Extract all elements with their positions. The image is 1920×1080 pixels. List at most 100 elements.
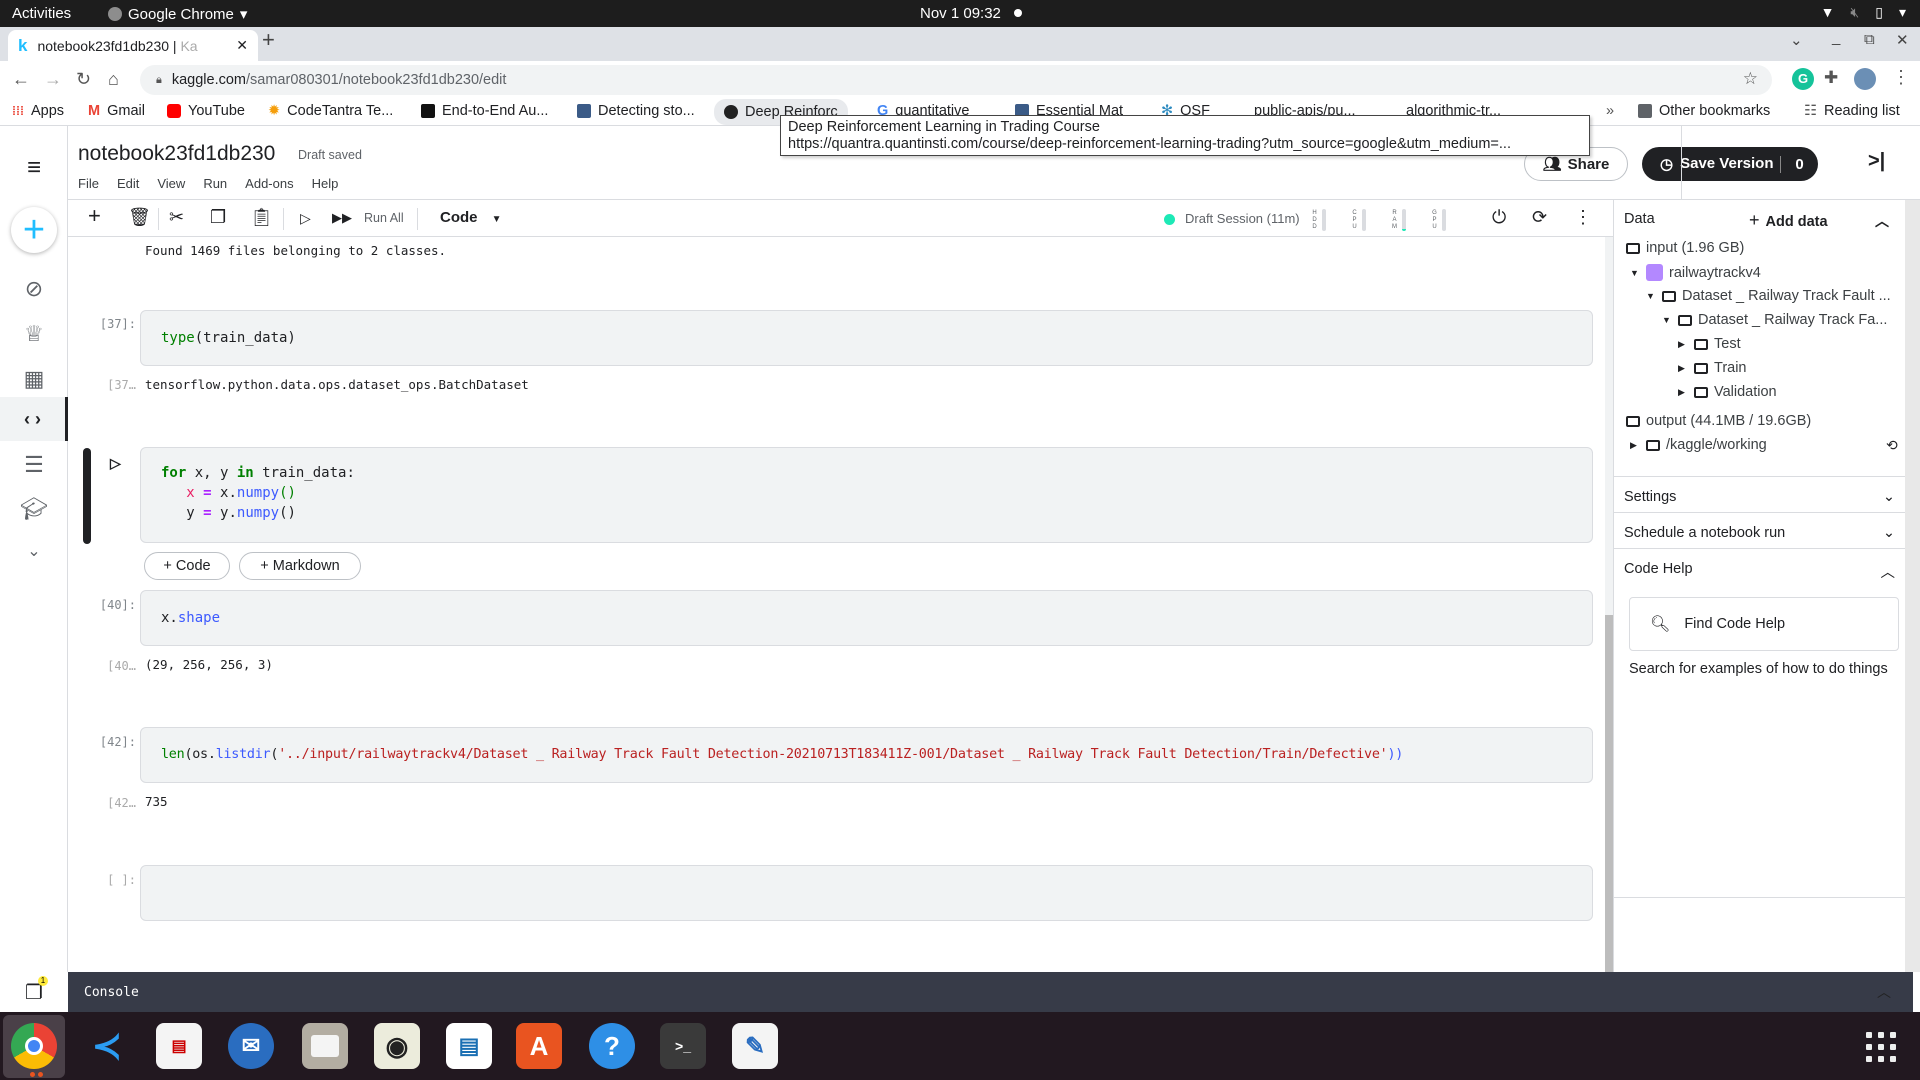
dataset-folder-2[interactable]: ▼ Dataset _ Railway Track Fa...: [1662, 312, 1887, 328]
restore-icon[interactable]: ⧉: [1864, 31, 1875, 48]
menu-edit[interactable]: Edit: [117, 176, 139, 191]
bookmark-youtube[interactable]: YouTube: [167, 103, 245, 119]
grammarly-icon[interactable]: G: [1792, 68, 1814, 90]
more-options-icon[interactable]: ⋮: [1574, 207, 1592, 228]
copy-icon[interactable]: ❐: [210, 207, 226, 228]
paste-icon[interactable]: 📋︎: [250, 207, 273, 228]
schedule-section[interactable]: Schedule a notebook run ⌄: [1614, 512, 1905, 548]
url-input[interactable]: 🔒︎ kaggle.com/samar080301/notebook23fd1d…: [140, 65, 1772, 95]
find-code-help-input[interactable]: 🔍︎ Find Code Help: [1629, 597, 1899, 651]
restart-icon[interactable]: ⟳: [1532, 207, 1547, 228]
document-viewer-app-icon[interactable]: ▤: [156, 1023, 202, 1069]
software-app-icon[interactable]: A: [516, 1023, 562, 1069]
folder-test[interactable]: ▶ Test: [1678, 336, 1741, 352]
files-app-icon[interactable]: [302, 1023, 348, 1069]
menu-run[interactable]: Run: [203, 176, 227, 191]
chrome-app-icon[interactable]: [11, 1023, 57, 1069]
run-all-button[interactable]: Run All: [364, 211, 404, 225]
system-status-area[interactable]: ▼ 🔇︎ ▯ ▾: [1821, 4, 1906, 21]
code-cell[interactable]: len(os.listdir('../input/railwaytrackv4/…: [140, 727, 1593, 783]
dataset-folder-1[interactable]: ▼ Dataset _ Railway Track Fault ...: [1646, 288, 1891, 304]
close-window-icon[interactable]: ✕: [1896, 31, 1909, 49]
rhythmbox-app-icon[interactable]: ◉: [374, 1023, 420, 1069]
cut-icon[interactable]: ✂: [169, 207, 184, 228]
app-menu[interactable]: Google Chrome ▾: [108, 5, 247, 23]
power-icon[interactable]: ⏻: [1492, 207, 1506, 228]
notebook-title[interactable]: notebook23fd1db230: [78, 142, 275, 166]
expand-console-icon[interactable]: ︿: [1877, 982, 1891, 1002]
empty-code-cell[interactable]: [140, 865, 1593, 921]
create-button[interactable]: +: [11, 207, 57, 253]
bookmark-end-to-end[interactable]: End-to-End Au...: [421, 103, 548, 119]
run-cell-icon[interactable]: ▷: [300, 210, 311, 227]
bookmark-apps[interactable]: ⁞⁞⁞ Apps: [12, 103, 64, 119]
add-data-button[interactable]: + Add data: [1749, 210, 1828, 231]
code-cell-active[interactable]: for x, y in train_data: x = x.numpy() y …: [140, 447, 1593, 543]
menu-file[interactable]: File: [78, 176, 99, 191]
minimize-icon[interactable]: _: [1832, 29, 1840, 46]
folder-validation[interactable]: ▶ Validation: [1678, 384, 1777, 400]
scrollbar-thumb[interactable]: [1605, 615, 1613, 972]
terminal-app-icon[interactable]: >_: [660, 1023, 706, 1069]
output-folder[interactable]: output (44.1MB / 19.6GB): [1626, 413, 1811, 429]
compass-icon[interactable]: ⊘: [0, 276, 68, 302]
save-version-button[interactable]: ◷ Save Version 0: [1642, 147, 1818, 181]
text-editor-app-icon[interactable]: ✎: [732, 1023, 778, 1069]
new-tab-icon[interactable]: +: [262, 27, 275, 53]
bookmark-gmail[interactable]: M Gmail: [88, 103, 145, 119]
insert-cell-icon[interactable]: +: [88, 203, 101, 229]
extensions-icon[interactable]: ✚: [1824, 68, 1838, 88]
folder-train[interactable]: ▶ Train: [1678, 360, 1747, 376]
menu-help[interactable]: Help: [312, 176, 339, 191]
home-icon[interactable]: ⌂: [108, 69, 119, 90]
hamburger-menu-icon[interactable]: ≡: [0, 154, 68, 182]
run-cell-icon[interactable]: ▷: [110, 455, 121, 472]
bookmark-detecting[interactable]: Detecting sto...: [577, 103, 695, 119]
activities-button[interactable]: Activities: [12, 5, 71, 22]
discussion-icon[interactable]: ☰: [0, 452, 68, 478]
vscode-app-icon[interactable]: ≺: [84, 1023, 130, 1069]
tab-search-icon[interactable]: ⌄: [1790, 31, 1803, 49]
profile-avatar[interactable]: [1854, 68, 1876, 90]
close-tab-icon[interactable]: ✕: [236, 37, 248, 54]
menu-view[interactable]: View: [157, 176, 185, 191]
show-applications-icon[interactable]: [1866, 1032, 1896, 1062]
collapse-data-icon[interactable]: ︿: [1875, 211, 1889, 231]
reload-icon[interactable]: ↻: [76, 69, 91, 90]
run-all-icon[interactable]: ▶▶: [332, 210, 352, 226]
clock[interactable]: Nov 1 09:32: [920, 5, 1001, 22]
expand-more-icon[interactable]: ⌄: [0, 541, 68, 561]
delete-icon[interactable]: 🗑︎: [128, 207, 151, 228]
back-icon[interactable]: ←: [12, 69, 30, 90]
help-app-icon[interactable]: ?: [589, 1023, 635, 1069]
other-bookmarks[interactable]: Other bookmarks: [1638, 103, 1770, 119]
notifications-button[interactable]: ❐ 1: [0, 972, 68, 1012]
thunderbird-app-icon[interactable]: ✉: [228, 1023, 274, 1069]
working-folder[interactable]: ▶/kaggle/working: [1630, 437, 1767, 453]
input-folder[interactable]: input (1.96 GB): [1626, 240, 1744, 256]
learn-icon[interactable]: 🎓︎: [0, 496, 68, 522]
console-bar[interactable]: Console ︿: [68, 972, 1913, 1012]
settings-section[interactable]: Settings ⌄: [1614, 476, 1905, 512]
code-icon[interactable]: ‹ ›: [0, 397, 68, 441]
session-status[interactable]: Draft Session (11m): [1185, 211, 1300, 226]
libreoffice-writer-app-icon[interactable]: ▤: [446, 1023, 492, 1069]
code-cell[interactable]: type(train_data): [140, 310, 1593, 366]
add-markdown-cell-button[interactable]: + Markdown: [239, 552, 361, 580]
chrome-menu-icon[interactable]: ⋮: [1892, 67, 1910, 88]
code-help-section[interactable]: Code Help ︿: [1614, 548, 1905, 584]
trophy-icon[interactable]: ♕: [0, 321, 68, 347]
browser-tab[interactable]: k notebook23fd1db230 | Ka ✕: [8, 30, 258, 61]
collapse-panel-icon[interactable]: >|: [1868, 150, 1885, 173]
bookmark-codetantra[interactable]: ✹ CodeTantra Te...: [268, 103, 393, 119]
menu-addons[interactable]: Add-ons: [245, 176, 293, 191]
add-code-cell-button[interactable]: + Code: [144, 552, 230, 580]
notebook-scrollbar[interactable]: [1605, 237, 1613, 972]
dataset-railwaytrackv4[interactable]: ▼ railwaytrackv4: [1630, 264, 1761, 281]
refresh-icon[interactable]: ⟲: [1886, 437, 1898, 454]
cell-type-select[interactable]: Code ▼: [440, 209, 502, 226]
code-cell[interactable]: x.shape: [140, 590, 1593, 646]
panel-scrollbar[interactable]: [1905, 200, 1920, 972]
forward-icon[interactable]: →: [44, 69, 62, 90]
table-icon[interactable]: ▦: [0, 366, 68, 392]
